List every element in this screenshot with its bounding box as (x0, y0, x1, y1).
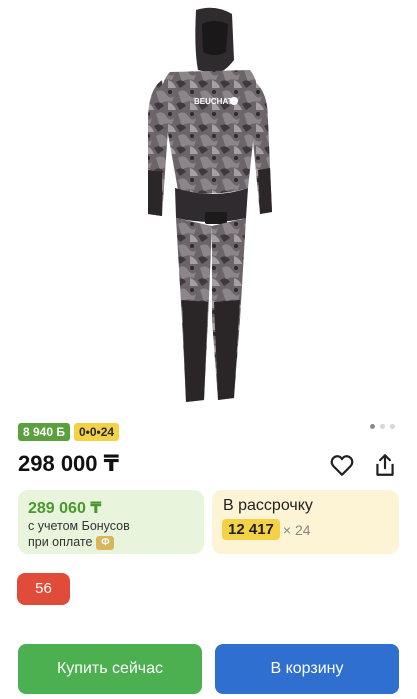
svg-text:BEUCHAT: BEUCHAT (194, 97, 233, 106)
gallery-dot[interactable] (380, 424, 385, 429)
bonus-note-line2: при оплате Ф (28, 535, 115, 550)
gallery-pagination (370, 424, 395, 429)
installment-amount: 12 417 (222, 519, 280, 540)
gallery-dot[interactable] (370, 424, 375, 429)
wetsuit-image: BEUCHAT (148, 7, 272, 402)
share-icon[interactable] (372, 452, 398, 478)
installment-badge: 0•0•24 (74, 423, 120, 441)
buy-now-button[interactable]: Купить сейчас (18, 644, 202, 694)
price-badges: 8 940 Б 0•0•24 (18, 423, 120, 441)
installment-card[interactable]: В рассрочку 12 417 × 24 (212, 490, 399, 554)
heart-icon[interactable] (329, 452, 355, 478)
installment-months: × 24 (282, 521, 311, 538)
product-price: 298 000 ₸ (18, 451, 119, 476)
bonus-price-card[interactable]: 289 060 ₸ с учетом Бонусов при оплате Ф (18, 490, 204, 554)
bonus-note-line1: с учетом Бонусов (28, 519, 130, 533)
bonus-badge: 8 940 Б (18, 423, 70, 441)
size-chip[interactable]: 56 (17, 573, 70, 605)
pay-icon: Ф (96, 535, 115, 550)
installment-title: В рассрочку (223, 497, 313, 514)
product-image-gallery[interactable]: BEUCHAT (0, 0, 417, 429)
gallery-dot[interactable] (390, 424, 395, 429)
bonus-price: 289 060 ₸ (28, 500, 102, 517)
bonus-note-text: при оплате (28, 535, 93, 549)
installment-terms: 12 417 × 24 (222, 519, 311, 540)
add-to-cart-button[interactable]: В корзину (215, 644, 399, 694)
